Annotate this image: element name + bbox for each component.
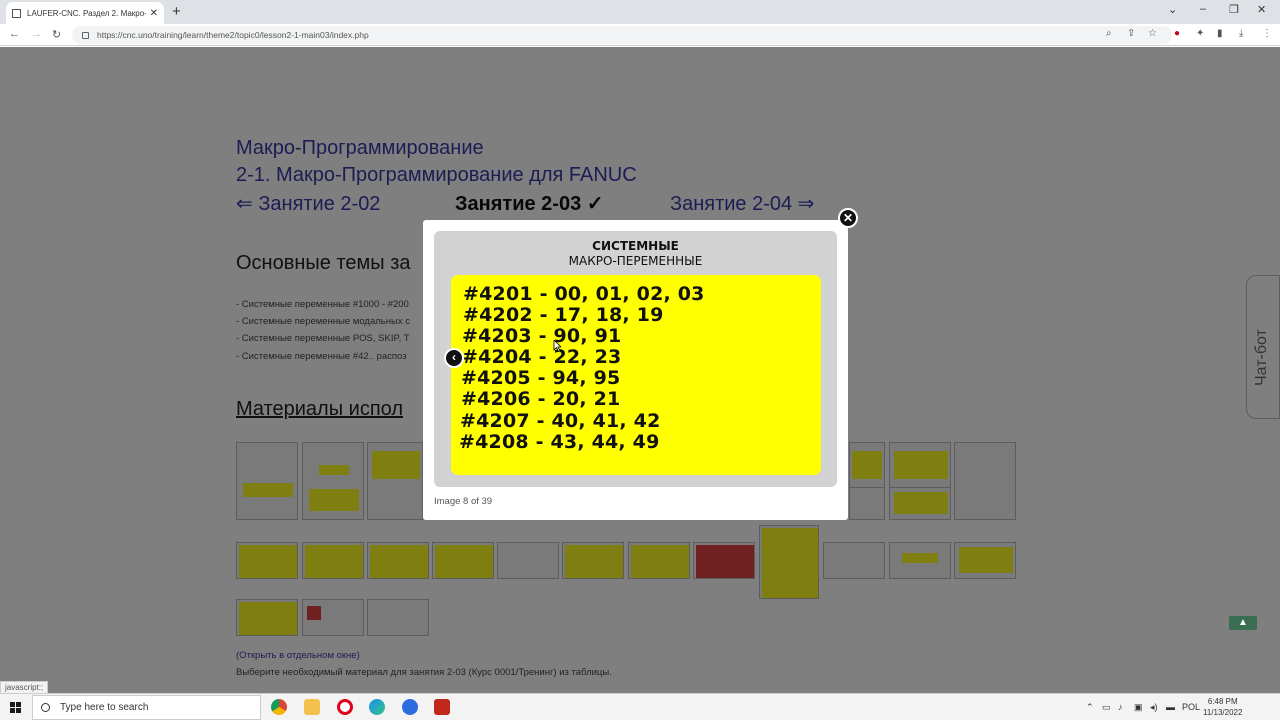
back-icon[interactable]: ← [9,28,20,40]
edge-icon[interactable] [369,699,385,715]
download-icon[interactable]: ⤓ [1239,28,1243,39]
taskbar-search-input[interactable]: Type here to search [32,695,261,720]
bookmark-star-icon[interactable]: ☆ [1148,28,1157,39]
browser-tab[interactable]: LAUFER-CNC. Раздел 2. Макро-П ✕ [6,2,164,24]
zoom-icon[interactable]: ⌕ [1106,28,1112,39]
scroll-to-top-button[interactable]: ▲ [1229,616,1257,630]
browser-toolbar: ← → ↻ https://cnc.uno/training/learn/the… [0,24,1280,46]
reload-icon[interactable]: ↻ [52,28,61,41]
tab-close-icon[interactable]: ✕ [150,8,158,19]
slide-yellow-panel: #4201 - 00, 01, 02, 03 #4202 - 17, 18, 1… [451,275,821,475]
macro-variable-line: #4208 - 43, 44, 49 [459,431,660,453]
tray-chevron-icon[interactable]: ⌃ [1086,702,1094,713]
lock-icon [82,31,89,39]
tray-mic-icon[interactable]: ♪ [1118,702,1123,712]
macro-variable-line: #4202 - 17, 18, 19 [463,304,664,326]
macro-variable-line: #4203 - 90, 91 [462,325,622,347]
macro-variable-line: #4205 - 94, 95 [461,367,621,389]
maximize-icon[interactable]: ❐ [1229,3,1239,16]
window-close-icon[interactable]: ✕ [1257,3,1266,16]
clock-time: 6:48 PM [1207,697,1238,706]
tray-display-icon[interactable]: ▣ [1134,702,1143,713]
lightbox-prev-button[interactable]: ‹ [444,348,464,368]
windows-start-icon[interactable] [10,702,21,713]
taskbar-search-placeholder: Type here to search [60,702,149,713]
lightbox-close-button[interactable]: ✕ [838,208,858,228]
windows-taskbar: Type here to search ⌃ ▭ ♪ ▣ ◂) ▬ POL 6:4… [0,693,1280,720]
macro-variable-line: #4201 - 00, 01, 02, 03 [463,283,705,305]
tray-language[interactable]: POL [1182,702,1200,712]
tab-title: LAUFER-CNC. Раздел 2. Макро-П [27,8,146,18]
cnc-app-icon[interactable] [434,699,450,715]
search-icon [41,703,50,712]
opera-icon[interactable] [337,699,353,715]
new-tab-icon[interactable]: + [172,3,181,20]
clock-date: 11/13/2022 [1203,708,1243,717]
macro-variable-line: #4204 - 22, 23 [462,346,622,368]
tray-battery-icon[interactable]: ▬ [1166,702,1175,712]
tray-network-icon[interactable]: ▭ [1102,702,1111,713]
file-explorer-icon[interactable] [304,699,320,715]
slide-title-line2: МАКРО-ПЕРЕМЕННЫЕ [568,254,703,268]
macro-variable-line: #4206 - 20, 21 [461,388,621,410]
tab-search-icon[interactable]: ⌄ [1168,3,1177,16]
mouse-cursor-icon [553,340,561,352]
extensions-icon[interactable]: ✦ [1196,28,1204,39]
sidepanel-icon[interactable]: ▮ [1217,28,1223,39]
share-icon[interactable]: ⇪ [1127,28,1135,39]
record-icon[interactable]: ● [1174,28,1180,39]
forward-icon[interactable]: → [31,28,42,40]
minimize-icon[interactable]: – [1200,3,1206,15]
lightbox-image[interactable]: СИСТЕМНЫЕ МАКРО-ПЕРЕМЕННЫЕ #4201 - 00, 0… [434,231,837,487]
taskbar-clock[interactable]: 6:48 PM 11/13/2022 [1203,696,1242,718]
tray-volume-icon[interactable]: ◂) [1150,702,1158,713]
image-counter: Image 8 of 39 [434,496,493,507]
address-bar[interactable]: https://cnc.uno/training/learn/theme2/to… [72,26,1172,44]
slide-title-line1: СИСТЕМНЫЕ [592,239,679,253]
zoom-app-icon[interactable] [402,699,418,715]
macro-variable-line: #4207 - 40, 41, 42 [460,410,661,432]
url-text[interactable]: https://cnc.uno/training/learn/theme2/to… [97,30,369,40]
tab-bar: LAUFER-CNC. Раздел 2. Макро-П ✕ + ⌄ – ❐ … [0,0,1280,24]
chrome-app-icon[interactable] [271,699,287,715]
site-favicon-icon [12,8,21,18]
lightbox-modal: СИСТЕМНЫЕ МАКРО-ПЕРЕМЕННЫЕ #4201 - 00, 0… [423,220,848,520]
menu-icon[interactable]: ⋮ [1262,28,1272,39]
